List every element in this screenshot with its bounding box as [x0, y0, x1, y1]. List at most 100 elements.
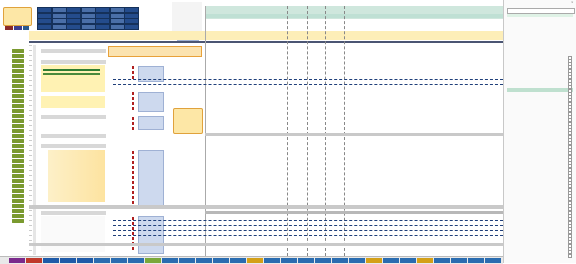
side-button[interactable] — [12, 119, 24, 123]
input-block-4[interactable] — [138, 150, 164, 208]
marker-icon — [132, 102, 134, 105]
side-button[interactable] — [12, 164, 24, 168]
sheet-tab[interactable] — [366, 258, 382, 263]
side-button[interactable] — [12, 159, 24, 163]
grid-button[interactable] — [95, 24, 110, 30]
series-line-2 — [113, 84, 503, 85]
grid-button[interactable] — [81, 24, 96, 30]
sheet-tab[interactable] — [196, 258, 212, 263]
toolbar-small-button-1[interactable] — [5, 26, 13, 30]
note-top — [108, 46, 202, 57]
marker-icon — [132, 117, 134, 120]
sheet-tab[interactable] — [9, 258, 25, 263]
sheet-tab[interactable] — [468, 258, 484, 263]
sheet-tab[interactable] — [60, 258, 76, 263]
side-button[interactable] — [12, 209, 24, 213]
sheet-tab[interactable] — [128, 258, 144, 263]
sheet-tab[interactable] — [247, 258, 263, 263]
sheet-tab[interactable] — [94, 258, 110, 263]
section-header-5 — [41, 144, 106, 148]
side-button[interactable] — [12, 64, 24, 68]
timeline-marker-2 — [307, 6, 308, 256]
sheet-tab[interactable] — [230, 258, 246, 263]
side-button[interactable] — [12, 49, 24, 53]
sheet-tab[interactable] — [162, 258, 178, 263]
side-button[interactable] — [12, 114, 24, 118]
side-button[interactable] — [12, 199, 24, 203]
side-button[interactable] — [12, 139, 24, 143]
side-button[interactable] — [12, 204, 24, 208]
sheet-tab[interactable] — [315, 258, 331, 263]
side-button[interactable] — [12, 219, 24, 223]
side-button[interactable] — [12, 59, 24, 63]
sheet-tab[interactable] — [43, 258, 59, 263]
side-button[interactable] — [12, 189, 24, 193]
marker-icon — [132, 66, 134, 69]
grid-button[interactable] — [66, 24, 81, 30]
side-button[interactable] — [12, 109, 24, 113]
side-button[interactable] — [12, 99, 24, 103]
side-button[interactable] — [12, 169, 24, 173]
side-button[interactable] — [12, 194, 24, 198]
side-button[interactable] — [12, 214, 24, 218]
sheet-tab[interactable] — [485, 258, 501, 263]
grid-button[interactable] — [37, 24, 52, 30]
marker-icon — [132, 92, 134, 95]
side-button[interactable] — [12, 89, 24, 93]
side-button[interactable] — [12, 134, 24, 138]
sheet-tab[interactable] — [26, 258, 42, 263]
sheet-tab[interactable] — [298, 258, 314, 263]
sheet-tab[interactable] — [400, 258, 416, 263]
right-panel-close-icon[interactable]: × — [571, 1, 574, 4]
side-button[interactable] — [12, 84, 24, 88]
side-button[interactable] — [12, 74, 24, 78]
marker-icon — [132, 97, 134, 100]
sheet-tab[interactable] — [383, 258, 399, 263]
grid-button[interactable] — [52, 24, 67, 30]
timeline-marker-1 — [287, 6, 288, 256]
green-strip — [43, 69, 100, 71]
side-button[interactable] — [12, 104, 24, 108]
sheet-tab[interactable] — [213, 258, 229, 263]
side-button[interactable] — [12, 124, 24, 128]
sheet-tab[interactable] — [77, 258, 93, 263]
input-block-3[interactable] — [138, 116, 164, 130]
input-block-2[interactable] — [138, 92, 164, 112]
sheet-tab[interactable] — [451, 258, 467, 263]
sheet-tab[interactable] — [145, 258, 161, 263]
section-header-2 — [41, 60, 106, 64]
side-button[interactable] — [12, 94, 24, 98]
sheet-tab[interactable] — [434, 258, 450, 263]
highlight-block-4 — [41, 216, 105, 252]
right-panel-filter-bar[interactable] — [507, 14, 573, 17]
sheet-tab[interactable] — [179, 258, 195, 263]
side-button[interactable] — [12, 154, 24, 158]
side-button[interactable] — [12, 179, 24, 183]
grid-button[interactable] — [124, 24, 139, 30]
side-button[interactable] — [12, 79, 24, 83]
side-button[interactable] — [12, 144, 24, 148]
sheet-tab[interactable] — [281, 258, 297, 263]
side-button[interactable] — [12, 54, 24, 58]
sheet-tab[interactable] — [111, 258, 127, 263]
grid-button[interactable] — [110, 24, 125, 30]
side-button[interactable] — [12, 129, 24, 133]
toolbar-right-note — [172, 2, 202, 32]
sheet-tab[interactable] — [349, 258, 365, 263]
right-panel-footer — [507, 256, 573, 260]
side-button[interactable] — [12, 149, 24, 153]
side-button[interactable] — [12, 69, 24, 73]
marker-icon — [132, 166, 134, 169]
section-header-3 — [41, 115, 106, 119]
sheet-tab[interactable] — [417, 258, 433, 263]
marker-icon — [132, 156, 134, 159]
sheet-tab[interactable] — [264, 258, 280, 263]
green-strip-2 — [43, 73, 100, 75]
sheet-tab[interactable] — [332, 258, 348, 263]
toolbar-note — [3, 7, 32, 26]
side-button[interactable] — [12, 174, 24, 178]
toolbar-small-button-3[interactable] — [23, 26, 29, 30]
toolbar-small-button-2[interactable] — [14, 26, 22, 30]
marker-icon — [132, 181, 134, 184]
side-button[interactable] — [12, 184, 24, 188]
